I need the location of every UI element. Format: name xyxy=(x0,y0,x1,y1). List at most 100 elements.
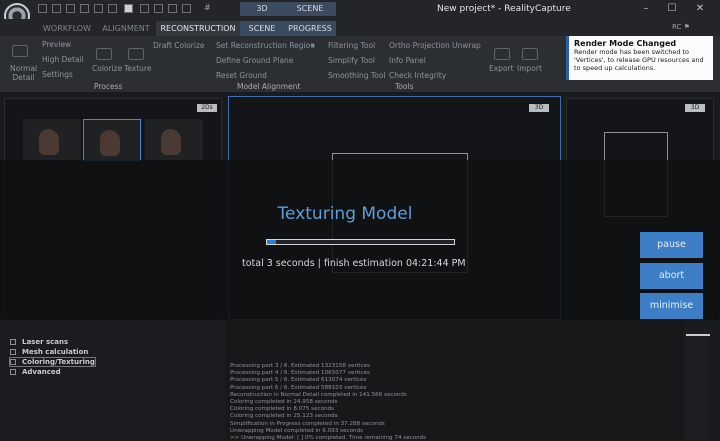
log-line: Coloring completed in 24.958 seconds xyxy=(230,399,338,405)
hash-button[interactable]: # xyxy=(204,3,211,12)
layout-4-icon[interactable] xyxy=(140,4,149,13)
save-project-icon[interactable] xyxy=(66,4,75,13)
log-line: >> Unwrapping Model: [ ] 0% completed. T… xyxy=(230,435,427,441)
image-thumbnail[interactable] xyxy=(145,119,203,161)
layout-5-icon[interactable] xyxy=(154,4,163,13)
define-ground-plane-button[interactable]: Define Ground Plane xyxy=(216,56,293,65)
tab-reconstruction[interactable]: RECONSTRUCTION xyxy=(156,21,240,36)
portrait-image xyxy=(161,129,181,155)
simplify-tool-button[interactable]: Simplify Tool xyxy=(328,56,375,65)
high-detail-button[interactable]: High Detail xyxy=(42,55,84,64)
progress-bar xyxy=(266,239,455,245)
tab-scene[interactable]: SCENE xyxy=(240,21,284,36)
filtering-tool-button[interactable]: Filtering Tool xyxy=(328,41,375,50)
process-group-label: Process xyxy=(94,82,123,91)
layout-7-icon[interactable] xyxy=(182,4,191,13)
sidebar-item-label: Mesh calculation xyxy=(22,348,89,356)
save-as-icon[interactable] xyxy=(80,4,89,13)
log-line: Coloring completed in 25.123 seconds xyxy=(230,413,338,420)
info-panel-button[interactable]: Info Panel xyxy=(389,56,426,65)
set-reconstruction-region-button[interactable]: Set Reconstruction Region xyxy=(216,41,315,50)
render-mode-notification[interactable]: Render Mode Changed Render mode has been… xyxy=(566,36,713,80)
expand-icon[interactable] xyxy=(10,369,16,375)
sidebar-item-advanced[interactable]: Advanced xyxy=(10,368,61,376)
layout-2-icon[interactable] xyxy=(108,4,117,13)
layout-6-icon[interactable] xyxy=(168,4,177,13)
progress-status: total 3 seconds | finish estimation 04:2… xyxy=(242,258,466,269)
tab-alignment[interactable]: ALIGNMENT xyxy=(98,21,154,36)
layout-3-icon[interactable] xyxy=(124,4,133,13)
log-line: Simplification in Progress completed in … xyxy=(230,420,385,427)
unwrap-button[interactable]: Unwrap xyxy=(452,41,481,50)
console-log: Processing part 3 / 6. Estimated 1323158… xyxy=(226,320,684,441)
minimise-button[interactable]: minimise xyxy=(640,293,703,319)
log-line: Processing part 3 / 6. Estimated 1323158… xyxy=(230,363,370,369)
sidebar-item-label: Coloring/Texturing xyxy=(22,358,95,366)
reset-ground-button[interactable]: Reset Ground xyxy=(216,71,267,80)
close-icon[interactable]: ✕ xyxy=(692,2,708,16)
log-line: Processing part 4 / 6. Estimated 1065077… xyxy=(230,370,370,377)
portrait-image xyxy=(39,129,59,155)
tab-workflow[interactable]: WORKFLOW xyxy=(36,21,98,36)
export-button[interactable]: Export xyxy=(489,64,514,73)
open-project-icon[interactable] xyxy=(52,4,61,13)
progress-title: Texturing Model xyxy=(277,204,413,224)
normal-detail-label-1: Normal xyxy=(10,64,38,73)
log-line: Unwrapping Model completed in 6.093 seco… xyxy=(230,427,364,434)
sidebar-item-laser-scans[interactable]: Laser scans xyxy=(10,338,68,346)
chevron-down-icon[interactable]: ▾ xyxy=(311,41,315,50)
preview-button[interactable]: Preview xyxy=(42,40,71,49)
viewport-tag-3d-right: 3D xyxy=(685,104,705,112)
log-scrollbar[interactable] xyxy=(686,330,710,440)
portrait-image xyxy=(100,130,120,156)
layout-1-icon[interactable] xyxy=(94,4,103,13)
minimize-icon[interactable]: – xyxy=(638,2,654,16)
window-title: New project* - RealityCapture xyxy=(437,4,571,14)
viewport-tag-3d: 3D xyxy=(529,104,549,112)
texture-icon[interactable] xyxy=(128,48,144,60)
viewport-tag-2d: 2Ds xyxy=(197,104,217,112)
notification-title: Render Mode Changed xyxy=(574,39,677,48)
colorize-button[interactable]: Colorize xyxy=(92,64,122,73)
export-icon[interactable] xyxy=(494,48,510,60)
settings-sidebar: Laser scans Mesh calculation Coloring/Te… xyxy=(4,320,222,440)
ribbon-tab-row: WORKFLOW ALIGNMENT RECONSTRUCTION SCENE … xyxy=(0,19,720,36)
log-line: Reconstruction in Normal Detail complete… xyxy=(230,391,407,398)
smoothing-tool-button[interactable]: Smoothing Tool xyxy=(328,71,386,80)
log-line: Processing part 6 / 6. Estimated 588103 … xyxy=(230,384,367,391)
sidebar-item-coloring-texturing[interactable]: Coloring/Texturing xyxy=(9,357,96,367)
expand-icon[interactable] xyxy=(10,349,16,355)
context-tab-scene[interactable]: SCENE xyxy=(284,2,336,16)
log-line: Coloring completed in 8.075 seconds xyxy=(230,406,335,413)
image-thumbnail[interactable] xyxy=(23,119,81,161)
colorize-icon[interactable] xyxy=(96,48,112,60)
context-tab-3d[interactable]: 3D xyxy=(240,2,284,16)
progress-bar-fill xyxy=(267,240,277,244)
tab-progress[interactable]: PROGRESS xyxy=(284,21,336,36)
normal-detail-icon[interactable] xyxy=(12,45,28,57)
model-alignment-group-label: Model Alignment xyxy=(237,82,301,91)
title-bar: # 3D SCENE New project* - RealityCapture… xyxy=(0,0,720,29)
texture-button[interactable]: Texture xyxy=(124,64,151,73)
draft-colorize-button[interactable]: Draft Colorize xyxy=(153,41,205,50)
ortho-projection-button[interactable]: Ortho Projection xyxy=(389,41,450,50)
pause-button[interactable]: pause xyxy=(640,232,703,258)
new-project-icon[interactable] xyxy=(38,4,47,13)
sidebar-item-label: Laser scans xyxy=(22,338,69,346)
scrollbar-thumb[interactable] xyxy=(686,334,710,336)
normal-detail-label-2: Detail xyxy=(12,73,35,82)
help-icon[interactable]: RC ⚑ xyxy=(672,23,690,31)
expand-icon[interactable] xyxy=(10,339,16,345)
import-icon[interactable] xyxy=(522,48,538,60)
log-line: Processing part 5 / 6. Estimated 613074 … xyxy=(230,377,367,384)
notification-message: Render mode has been switched to 'Vertic… xyxy=(574,48,704,72)
maximize-icon[interactable]: ☐ xyxy=(664,2,680,16)
normal-detail-button[interactable]: Normal Detail xyxy=(10,64,37,82)
settings-button[interactable]: Settings xyxy=(42,70,73,79)
image-thumbnail-selected[interactable] xyxy=(83,119,141,161)
import-button[interactable]: Import xyxy=(517,64,542,73)
sidebar-item-mesh-calculation[interactable]: Mesh calculation xyxy=(10,348,88,356)
check-integrity-button[interactable]: Check Integrity xyxy=(389,71,446,80)
abort-button[interactable]: abort xyxy=(640,263,703,289)
expand-icon[interactable] xyxy=(10,359,16,365)
